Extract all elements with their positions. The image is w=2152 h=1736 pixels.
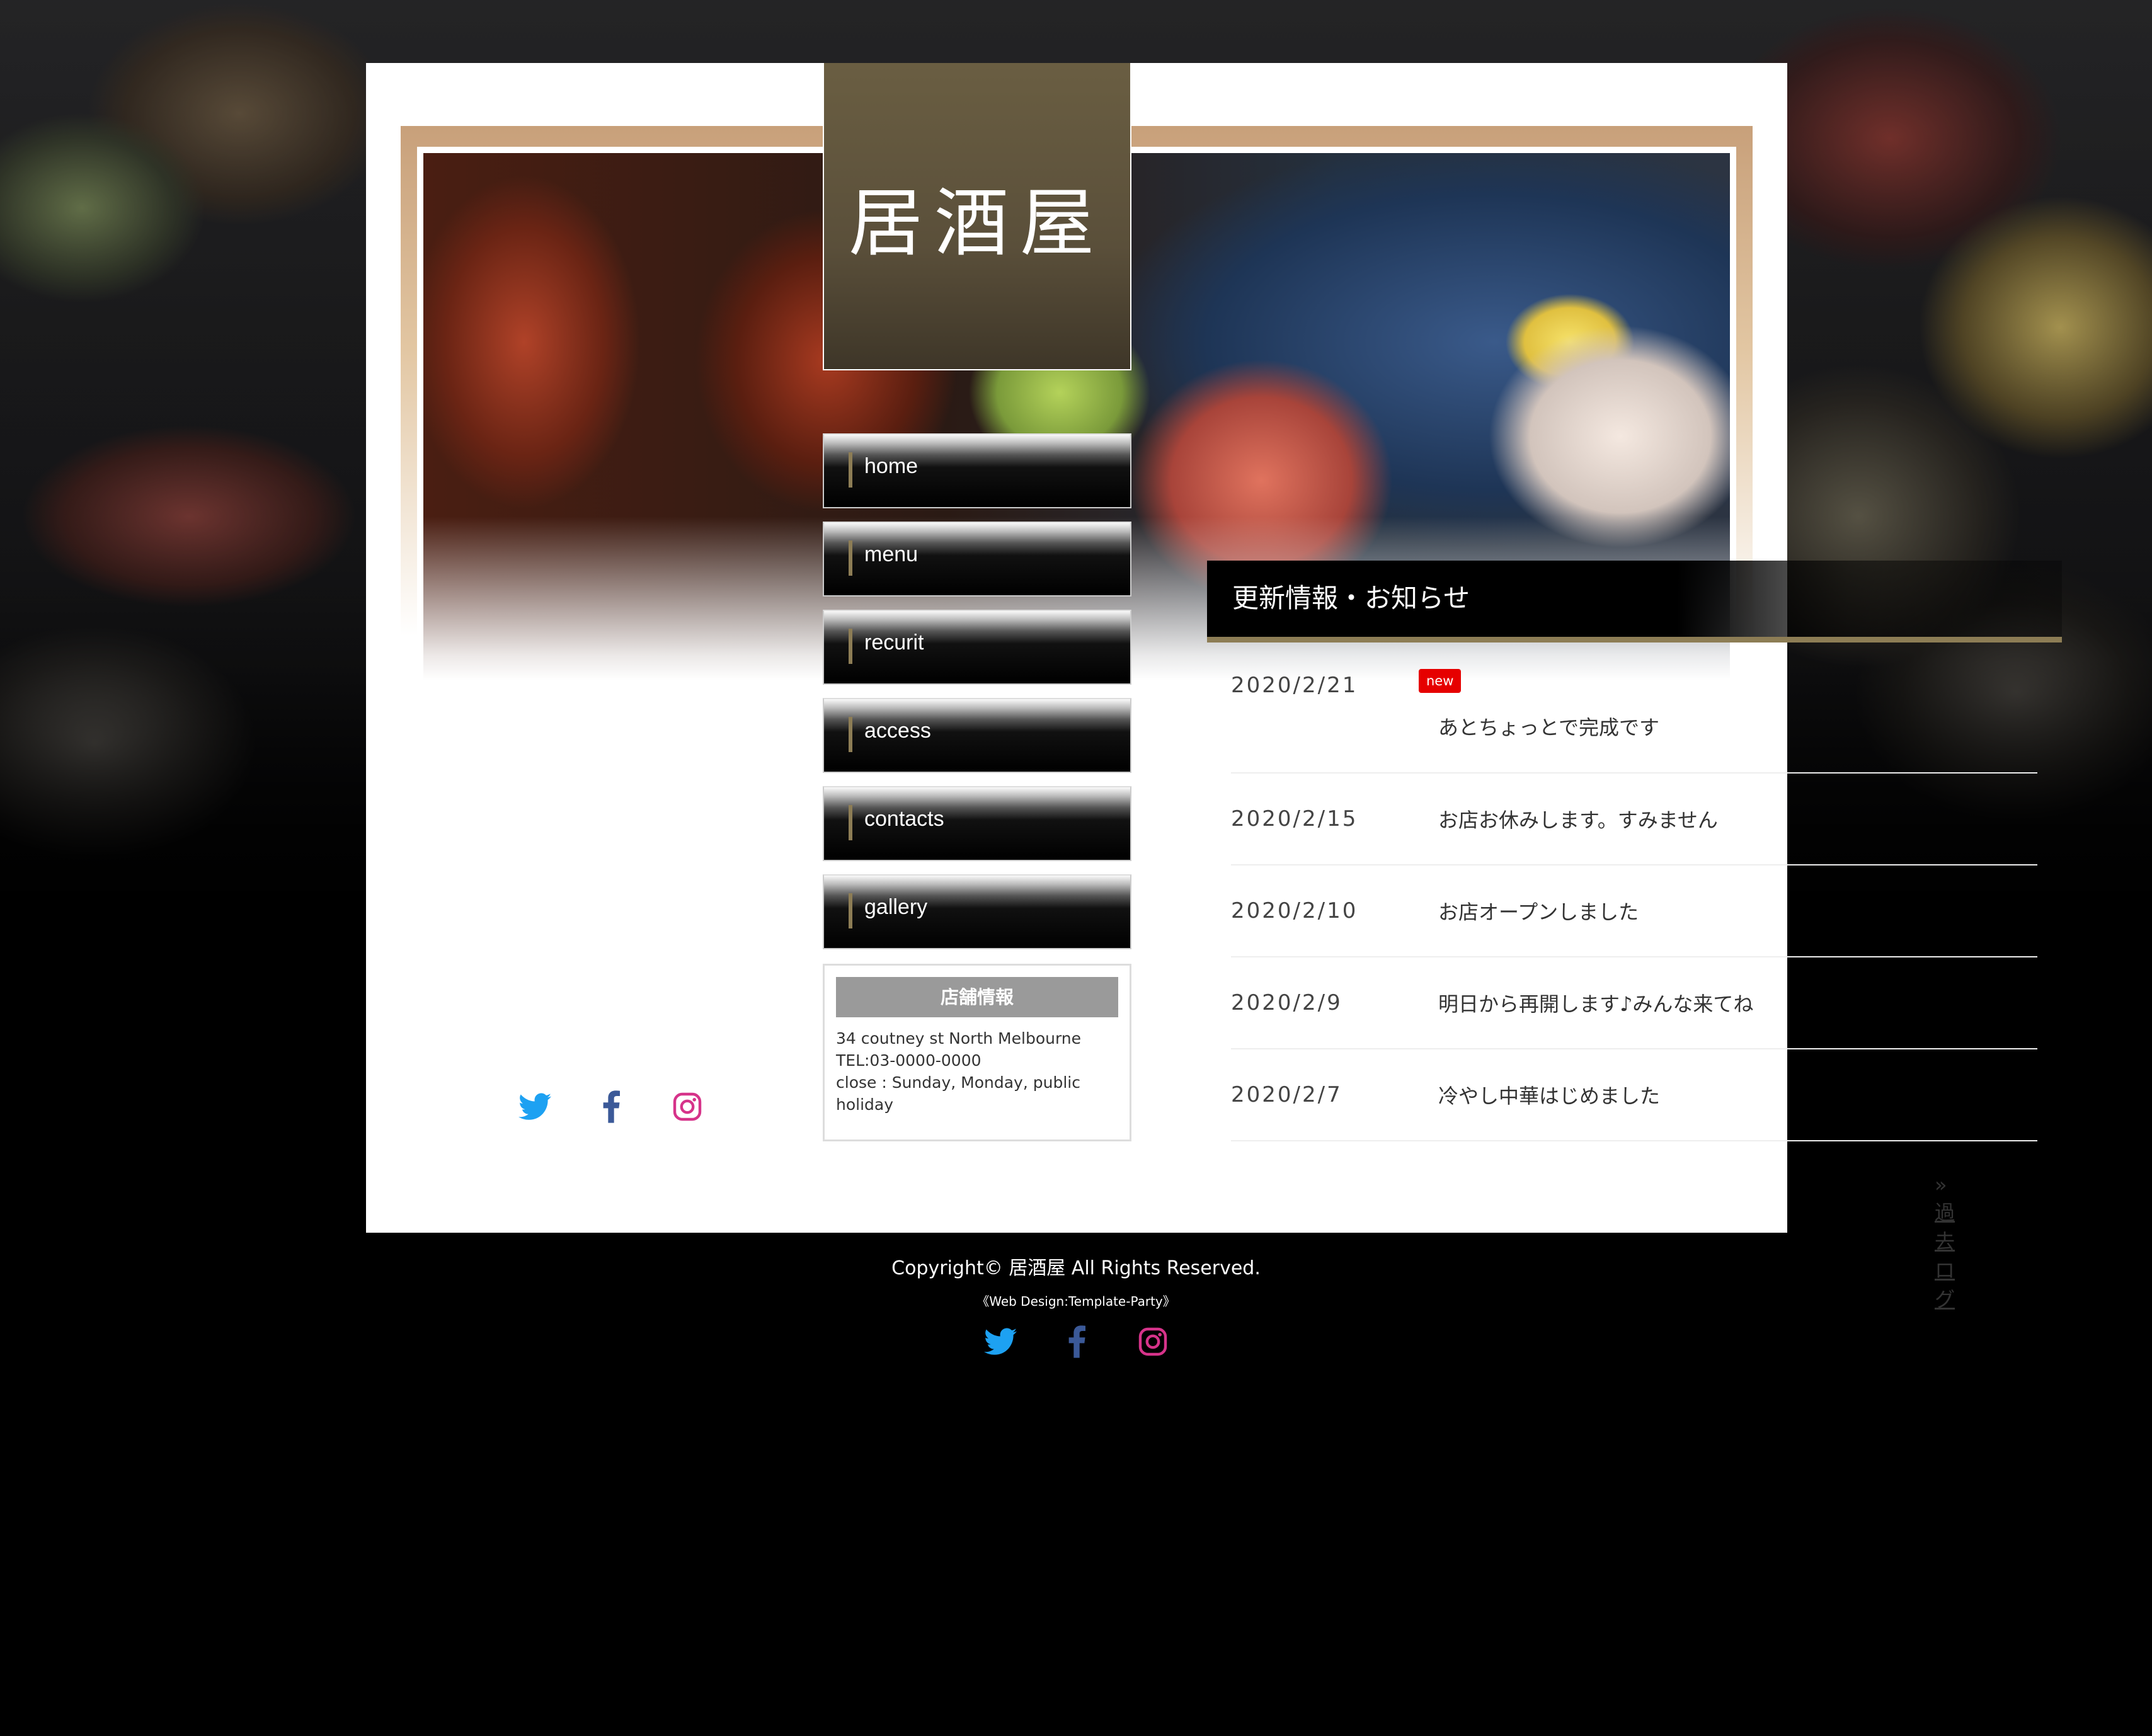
menu-item-contacts[interactable]: contacts bbox=[823, 786, 1131, 861]
news-list: 2020/2/21 new あとちょっとで完成です 2020/2/15 お店お休… bbox=[1231, 655, 2037, 1141]
menu-item-label: gallery bbox=[864, 895, 928, 919]
design-credit[interactable]: 《Web Design:Template-Party》 bbox=[0, 1291, 2152, 1310]
facebook-icon[interactable] bbox=[592, 1088, 630, 1126]
shop-info-box: 店舗情報 34 coutney st North Melbourne TEL:0… bbox=[823, 964, 1131, 1141]
news-text: 明日から再開します♪みんな来てね bbox=[1438, 992, 1754, 1016]
twitter-icon[interactable] bbox=[982, 1323, 1019, 1361]
news-item: 2020/2/10 お店オープンしました bbox=[1231, 865, 2037, 957]
copyright: Copyright© 居酒屋 All Rights Reserved. bbox=[891, 1257, 1261, 1279]
news-date: 2020/2/21 bbox=[1231, 673, 1358, 698]
shop-info-heading: 店舗情報 bbox=[836, 977, 1118, 1017]
news-date: 2020/2/10 bbox=[1231, 898, 1358, 923]
menu-item-label: recurit bbox=[864, 631, 924, 654]
menu-item-label: contacts bbox=[864, 807, 944, 831]
menu-item-home[interactable]: home bbox=[823, 433, 1131, 508]
shop-info-body: 34 coutney st North Melbourne TEL:03-000… bbox=[836, 1027, 1118, 1116]
past-log-prefix: » bbox=[1935, 1173, 1947, 1197]
shop-close-cont: holiday bbox=[836, 1095, 894, 1114]
news-item: 2020/2/21 new あとちょっとで完成です bbox=[1231, 655, 2037, 774]
menu-item-access[interactable]: access bbox=[823, 698, 1131, 773]
news-text: 冷やし中華はじめました bbox=[1438, 1084, 1661, 1108]
menu-item-label: menu bbox=[864, 542, 919, 566]
twitter-icon[interactable] bbox=[516, 1088, 554, 1126]
news-heading: 更新情報・お知らせ bbox=[1207, 561, 2062, 642]
side-menu: home menu recurit access contacts galler… bbox=[823, 433, 1131, 962]
news-date: 2020/2/15 bbox=[1231, 806, 1358, 831]
news-date: 2020/2/7 bbox=[1231, 1082, 1342, 1107]
news-heading-text: 更新情報・お知らせ bbox=[1232, 583, 1470, 614]
footer-sns bbox=[982, 1323, 1172, 1361]
menu-item-menu[interactable]: menu bbox=[823, 522, 1131, 597]
site-logo[interactable]: 居酒屋 bbox=[823, 63, 1131, 370]
menu-item-recurit[interactable]: recurit bbox=[823, 610, 1131, 685]
news-text: あとちょっとで完成です bbox=[1438, 716, 1660, 740]
instagram-icon[interactable] bbox=[668, 1088, 706, 1126]
menu-item-label: access bbox=[864, 719, 931, 743]
page-container: 居酒屋 home menu recurit access contacts ga… bbox=[366, 63, 2062, 1311]
news-item: 2020/2/9 明日から再開します♪みんな来てね bbox=[1231, 957, 2037, 1049]
news-text: お店お休みします。すみません bbox=[1438, 808, 1718, 832]
news-item: 2020/2/7 冷やし中華はじめました bbox=[1231, 1049, 2037, 1141]
shop-address: 34 coutney st North Melbourne bbox=[836, 1029, 1082, 1048]
news-date: 2020/2/9 bbox=[1231, 990, 1342, 1015]
news-item: 2020/2/15 お店お休みします。すみません bbox=[1231, 774, 2037, 865]
facebook-icon[interactable] bbox=[1058, 1323, 1096, 1361]
new-badge: new bbox=[1419, 669, 1462, 693]
footer: Copyright© 居酒屋 All Rights Reserved. 《Web… bbox=[0, 1247, 2152, 1310]
sidebar-sns bbox=[516, 1088, 706, 1126]
instagram-icon[interactable] bbox=[1134, 1323, 1172, 1361]
menu-item-label: home bbox=[864, 454, 919, 478]
news-text: お店オープンしました bbox=[1438, 900, 1639, 924]
shop-close: close : Sunday, Monday, public bbox=[836, 1073, 1080, 1092]
shop-tel: TEL:03-0000-0000 bbox=[836, 1051, 982, 1070]
menu-item-gallery[interactable]: gallery bbox=[823, 874, 1131, 949]
logo-text: 居酒屋 bbox=[848, 179, 1106, 266]
